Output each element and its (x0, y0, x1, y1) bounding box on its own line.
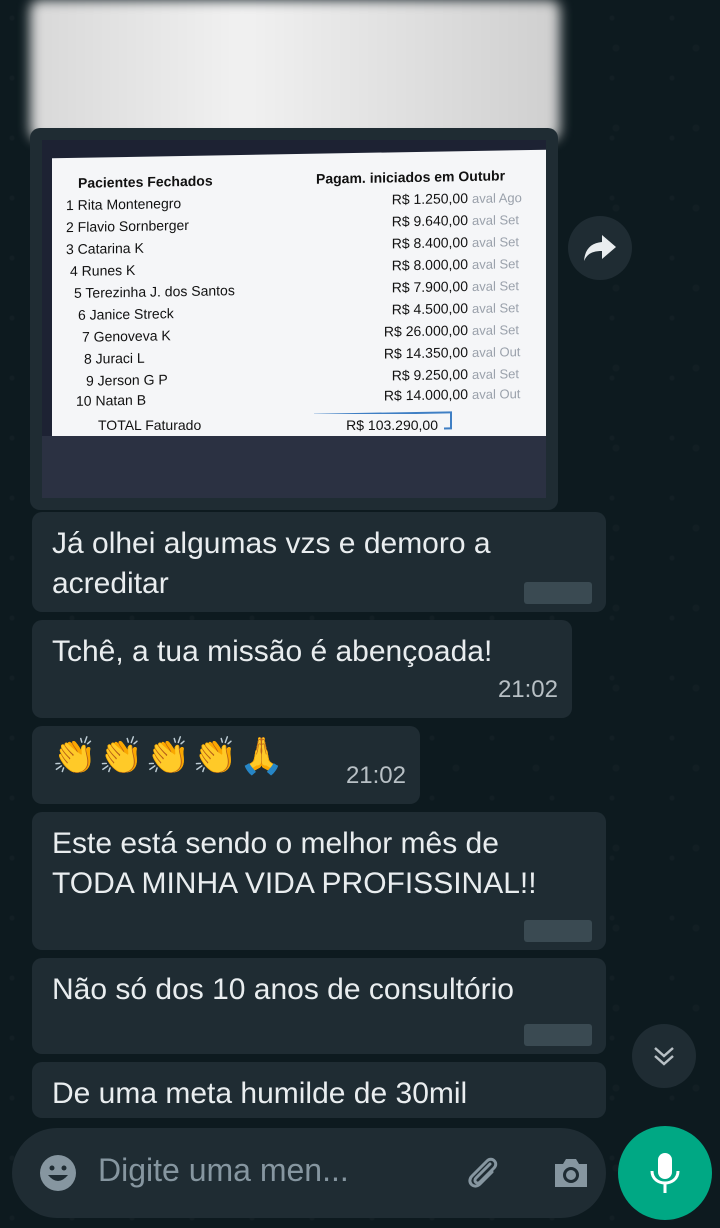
sheet-row-name: 9 Jerson G P (86, 371, 168, 389)
mic-icon (650, 1153, 680, 1193)
message-bubble[interactable]: Não só dos 10 anos de consultório (32, 958, 606, 1054)
chevron-double-down-icon (654, 1047, 674, 1066)
spreadsheet-photo: Pacientes Fechados Pagam. iniciados em O… (42, 140, 546, 498)
message-text: De uma meta humilde de 30mil (52, 1077, 468, 1110)
sheet-row-value: R$ 26.000,00 (383, 322, 468, 340)
message-bubble[interactable]: De uma meta humilde de 30mil (32, 1062, 606, 1118)
sheet-header-right: Pagam. iniciados em Outubr (316, 167, 506, 187)
message-emoji: 👏👏👏👏🙏 (52, 735, 287, 776)
sheet-row-value: R$ 9.640,00 (391, 212, 468, 230)
forward-icon (584, 235, 616, 261)
message-input[interactable]: Digite uma men... (98, 1152, 349, 1189)
message-bubble[interactable]: Tchê, a tua missão é abençoada! 21:02 (32, 620, 572, 718)
sheet-row-aval: aval Set (472, 211, 519, 228)
sheet-row-value: R$ 8.000,00 (391, 256, 468, 274)
sheet-row-aval: aval Ago (472, 189, 522, 206)
message-time: 21:02 (345, 762, 406, 789)
sheet-row-value: R$ 14.350,00 (383, 344, 468, 362)
sheet-row-aval: aval Out (472, 343, 521, 360)
message-bubble[interactable]: Já olhei algumas vzs e demoro a acredita… (32, 512, 606, 612)
sheet-row-aval: aval Set (472, 233, 519, 250)
sheet-total-label: TOTAL Faturado (98, 417, 202, 433)
sheet-row-value: R$ 9.250,00 (391, 366, 468, 384)
sheet-total-value: R$ 103.290,00 (346, 417, 438, 433)
sheet-row-name: 2 Flavio Sornberger (66, 216, 189, 236)
sheet-row-aval: aval Set (472, 321, 519, 338)
sheet-row-value: R$ 1.250,00 (391, 190, 468, 208)
blurred-timestamp (524, 920, 592, 942)
message-text: Já olhei algumas vzs e demoro a acredita… (52, 527, 491, 600)
sheet-total-row: TOTAL Faturado R$ 103.290,00 (52, 414, 444, 436)
blurred-timestamp (524, 1024, 592, 1046)
sheet-empty-area (42, 436, 546, 498)
sheet-row-name: 3 Catarina K (66, 239, 144, 258)
sheet-row-name: 7 Genoveva K (82, 327, 171, 345)
message-bubble[interactable]: 👏👏👏👏🙏 21:02 (32, 726, 420, 804)
sheet-row-aval: aval Set (472, 365, 519, 382)
message-bubble[interactable]: Este está sendo o melhor mês de TODA MIN… (32, 812, 606, 950)
camera-icon[interactable] (550, 1152, 592, 1199)
sheet-row-name: 5 Terezinha J. dos Santos (74, 282, 235, 301)
blurred-timestamp (524, 582, 592, 604)
scroll-to-bottom-button[interactable] (632, 1024, 696, 1088)
forward-button[interactable] (568, 216, 632, 280)
message-text: Este está sendo o melhor mês de TODA MIN… (52, 827, 537, 900)
paperclip-icon[interactable] (460, 1152, 504, 1201)
sheet-row-aval: aval Out (472, 385, 521, 402)
image-message[interactable]: Pacientes Fechados Pagam. iniciados em O… (30, 128, 558, 510)
blurred-header (30, 0, 560, 140)
sheet-row-value: R$ 4.500,00 (391, 300, 468, 318)
sheet-row-value: R$ 14.000,00 (383, 386, 468, 404)
spreadsheet-area: Pacientes Fechados Pagam. iniciados em O… (52, 149, 546, 449)
sheet-row-name: 10 Natan B (76, 391, 147, 409)
sheet-header-left: Pacientes Fechados (78, 172, 213, 191)
message-time: 21:02 (497, 676, 558, 703)
message-text: Tchê, a tua missão é abençoada! (52, 635, 493, 668)
sheet-row-aval: aval Set (472, 277, 519, 294)
sheet-row-name: 8 Juraci L (84, 349, 145, 367)
emoji-icon[interactable] (38, 1153, 78, 1198)
message-text: Não só dos 10 anos de consultório (52, 973, 514, 1006)
sheet-row-name: 6 Janice Streck (78, 305, 174, 323)
sheet-row-aval: aval Set (472, 255, 519, 272)
sheet-row-aval: aval Set (472, 299, 519, 316)
sheet-row-value: R$ 8.400,00 (391, 234, 468, 252)
mic-button[interactable] (618, 1126, 712, 1220)
sheet-row-name: 1 Rita Montenegro (66, 195, 182, 214)
sheet-row-value: R$ 7.900,00 (391, 278, 468, 296)
message-composer[interactable]: Digite uma men... (12, 1128, 606, 1218)
sheet-row-name: 4 Runes K (70, 261, 136, 279)
